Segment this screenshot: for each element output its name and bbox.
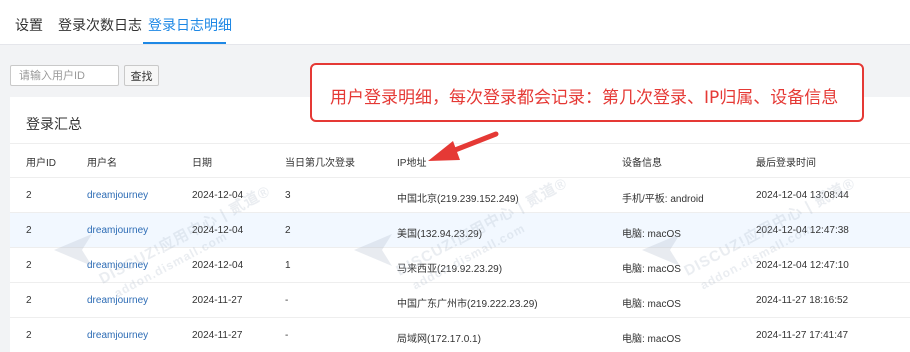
cell-user-id: 2 xyxy=(26,330,32,341)
column-header-username: 用户名 xyxy=(87,158,117,169)
cell-login-count: 2 xyxy=(285,225,291,236)
active-tab-indicator xyxy=(143,42,226,44)
cell-device-info: 电脑: macOS xyxy=(622,229,681,240)
cell-device-info: 电脑: macOS xyxy=(622,264,681,275)
column-header-user-id: 用户ID xyxy=(26,158,56,169)
cell-user-id: 2 xyxy=(26,190,32,201)
cell-login-count: 1 xyxy=(285,260,291,271)
cell-user-id: 2 xyxy=(26,295,32,306)
annotation-callout: 用户登录明细，每次登录都会记录：第几次登录、IP归属、设备信息 xyxy=(310,63,864,122)
cell-last-login-time: 2024-12-04 12:47:10 xyxy=(756,260,849,271)
user-id-search-input[interactable] xyxy=(10,65,119,86)
cell-ip-address: 中国北京(219.239.152.249) xyxy=(397,194,519,205)
cell-ip-address: 马来西亚(219.92.23.29) xyxy=(397,264,503,275)
table-row: 2 dreamjourney 2024-12-04 3 中国北京(219.239… xyxy=(10,177,910,212)
cell-device-info: 电脑: macOS xyxy=(622,299,681,310)
cell-login-count: - xyxy=(285,295,289,306)
column-header-device-info: 设备信息 xyxy=(622,158,662,169)
column-header-last-login-time: 最后登录时间 xyxy=(756,158,816,169)
tab-login-count-log[interactable]: 登录次数日志 xyxy=(58,15,142,35)
panel-title: 登录汇总 xyxy=(26,116,82,132)
table-row: 2 dreamjourney 2024-11-27 - 局域网(172.17.0… xyxy=(10,317,910,352)
cell-username-link[interactable]: dreamjourney xyxy=(87,260,148,271)
cell-device-info: 电脑: macOS xyxy=(622,334,681,345)
cell-username-link[interactable]: dreamjourney xyxy=(87,225,148,236)
cell-device-info: 手机/平板: android xyxy=(622,194,704,205)
cell-username-link[interactable]: dreamjourney xyxy=(87,295,148,306)
cell-login-count: - xyxy=(285,330,289,341)
cell-date: 2024-11-27 xyxy=(192,295,243,306)
cell-last-login-time: 2024-11-27 18:16:52 xyxy=(756,295,849,306)
cell-ip-address: 局域网(172.17.0.1) xyxy=(397,334,481,345)
cell-date: 2024-12-04 xyxy=(192,225,244,236)
cell-username-link[interactable]: dreamjourney xyxy=(87,330,148,341)
cell-date: 2024-12-04 xyxy=(192,260,244,271)
cell-last-login-time: 2024-11-27 17:41:47 xyxy=(756,330,849,341)
tab-bar: 设置 登录次数日志 登录日志明细 xyxy=(0,0,910,45)
tab-login-log-detail[interactable]: 登录日志明细 xyxy=(148,15,232,35)
cell-date: 2024-12-04 xyxy=(192,190,244,201)
cell-login-count: 3 xyxy=(285,190,291,201)
annotation-text: 用户登录明细，每次登录都会记录：第几次登录、IP归属、设备信息 xyxy=(330,88,839,108)
column-header-date: 日期 xyxy=(192,158,212,169)
panel-divider xyxy=(10,143,910,144)
column-header-login-count: 当日第几次登录 xyxy=(285,158,355,169)
cell-last-login-time: 2024-12-04 13:08:44 xyxy=(756,190,849,201)
table-row: 2 dreamjourney 2024-12-04 1 马来西亚(219.92.… xyxy=(10,247,910,282)
cell-ip-address: 中国广东广州市(219.222.23.29) xyxy=(397,299,538,310)
login-summary-panel: 登录汇总 用户ID 用户名 日期 当日第几次登录 IP地址 设备信息 最后登录时… xyxy=(10,97,910,352)
table-row: 2 dreamjourney 2024-11-27 - 中国广东广州市(219.… xyxy=(10,282,910,317)
cell-date: 2024-11-27 xyxy=(192,330,243,341)
tab-settings[interactable]: 设置 xyxy=(15,15,43,35)
cell-user-id: 2 xyxy=(26,260,32,271)
table-header-row: 用户ID 用户名 日期 当日第几次登录 IP地址 设备信息 最后登录时间 xyxy=(10,145,910,175)
column-header-ip-address: IP地址 xyxy=(397,158,427,169)
cell-username-link[interactable]: dreamjourney xyxy=(87,190,148,201)
table-row: 2 dreamjourney 2024-12-04 2 美国(132.94.23… xyxy=(10,212,910,247)
search-button[interactable]: 查找 xyxy=(124,65,159,86)
cell-user-id: 2 xyxy=(26,225,32,236)
cell-last-login-time: 2024-12-04 12:47:38 xyxy=(756,225,849,236)
cell-ip-address: 美国(132.94.23.29) xyxy=(397,229,483,240)
